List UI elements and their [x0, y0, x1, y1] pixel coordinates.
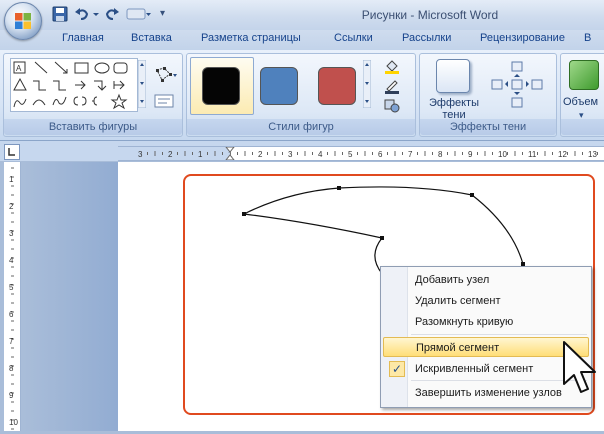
- svg-text:A: A: [16, 64, 22, 73]
- ruler-number: 4: [9, 256, 14, 265]
- menu-item-label: Разомкнуть кривую: [415, 316, 514, 328]
- menu-separator: [411, 334, 587, 335]
- ruler-area: 32112345678910111213: [0, 141, 604, 161]
- text-box-icon[interactable]: [154, 94, 174, 108]
- ruler-number: 13: [588, 150, 597, 159]
- tab-references[interactable]: Ссылки: [334, 32, 373, 48]
- ruler-number: 10: [498, 150, 507, 159]
- insert-shapes-group: A Вставить фигуры: [3, 53, 183, 137]
- shapes-gallery[interactable]: A: [10, 58, 138, 112]
- shapes-gallery-icons: A: [13, 61, 128, 110]
- 3d-effects-group-label: [561, 119, 604, 135]
- tab-insert[interactable]: Вставка: [131, 32, 172, 48]
- shadow-nudge-icons[interactable]: [488, 60, 550, 112]
- ribbon: A Вставить фигуры Стили фигур Эффекты те…: [0, 50, 604, 141]
- shadow-effects-group: Эффекты тени Эффекты тени: [419, 53, 557, 137]
- shape-fill-icon[interactable]: [383, 58, 403, 74]
- ruler-number: 3: [138, 150, 143, 159]
- ruler-number: 2: [168, 150, 173, 159]
- ribbon-tabs: Главная Вставка Разметка страницы Ссылки…: [0, 30, 604, 50]
- shape-outline-icon[interactable]: [383, 78, 403, 94]
- 3d-effects-group: Объем ▾: [560, 53, 604, 137]
- shadow-effects-button[interactable]: Эффекты тени: [426, 57, 482, 121]
- undo-icon[interactable]: [74, 6, 90, 22]
- menu-item-exit-edit-points[interactable]: Завершить изменение узлов: [383, 383, 589, 403]
- volume-button-label[interactable]: Объем: [563, 96, 598, 108]
- ruler-number: 5: [348, 150, 353, 159]
- ruler-number: 8: [9, 364, 14, 373]
- shape-style-blue[interactable]: [260, 67, 298, 105]
- shadow-effects-preview-icon: [436, 59, 470, 93]
- shape-style-red[interactable]: [318, 67, 356, 105]
- menu-item-label: Искривленный сегмент: [415, 363, 534, 375]
- ruler-number: 8: [438, 150, 443, 159]
- ruler-number: 9: [468, 150, 473, 159]
- shadow-effects-group-label: Эффекты тени: [420, 119, 556, 135]
- menu-item-label: Прямой сегмент: [416, 342, 500, 354]
- shape-styles-gallery: [190, 57, 376, 117]
- ruler-number: 11: [528, 150, 537, 159]
- menu-item-label: Добавить узел: [415, 274, 490, 286]
- shapes-scroll-icon[interactable]: [138, 60, 146, 108]
- menu-item-curved-segment[interactable]: ✓ Искривленный сегмент: [383, 359, 589, 379]
- change-shape-icon[interactable]: [383, 98, 403, 114]
- ruler-number: 7: [408, 150, 413, 159]
- tab-page-layout[interactable]: Разметка страницы: [201, 32, 301, 48]
- tab-home[interactable]: Главная: [62, 32, 104, 48]
- ruler-number: 2: [9, 202, 14, 211]
- horizontal-ruler[interactable]: 32112345678910111213: [118, 146, 604, 161]
- shape-style-black[interactable]: [202, 67, 240, 105]
- menu-item-delete-segment[interactable]: Удалить сегмент: [383, 291, 589, 311]
- tab-selector-icon[interactable]: [4, 144, 20, 160]
- save-icon[interactable]: [52, 6, 68, 22]
- title-bar: ▾ Рисунки - Microsoft Word: [0, 0, 604, 40]
- menu-item-label: Завершить изменение узлов: [415, 387, 562, 399]
- ruler-number: 3: [9, 229, 14, 238]
- tab-view[interactable]: В: [584, 32, 591, 48]
- menu-item-add-node[interactable]: Добавить узел: [383, 270, 589, 290]
- edit-shape-icon[interactable]: [154, 66, 178, 84]
- window-title: Рисунки - Microsoft Word: [361, 8, 499, 22]
- office-logo-icon: [15, 13, 31, 29]
- shape-styles-group: Стили фигур: [186, 53, 416, 137]
- shadow-effects-button-label: Эффекты тени: [428, 97, 479, 121]
- ruler-ticks: 32112345678910111213: [118, 146, 598, 161]
- ruler-number: 6: [378, 150, 383, 159]
- ruler-number: 10: [9, 418, 18, 427]
- ruler-number: 4: [318, 150, 323, 159]
- undo-dropdown-icon[interactable]: [92, 6, 100, 22]
- mouse-pointer-icon: [563, 341, 596, 393]
- vertical-ruler[interactable]: 1 2 3 4 5 6 7 8 9 10: [4, 162, 21, 431]
- redo-icon[interactable]: [104, 6, 120, 22]
- ruler-number: 5: [9, 283, 14, 292]
- ruler-number: 3: [288, 150, 293, 159]
- ruler-number: 7: [9, 337, 14, 346]
- menu-item-open-path[interactable]: Разомкнуть кривую: [383, 312, 589, 332]
- ruler-number: 9: [9, 391, 14, 400]
- check-icon: ✓: [389, 361, 405, 377]
- insert-shapes-group-label: Вставить фигуры: [4, 119, 182, 135]
- office-button[interactable]: [4, 2, 42, 40]
- ruler-number: 6: [9, 310, 14, 319]
- ruler-number: 1: [9, 175, 14, 184]
- menu-item-straight-segment[interactable]: Прямой сегмент: [383, 337, 589, 357]
- ruler-number: 1: [198, 150, 203, 159]
- ruler-number: 12: [558, 150, 567, 159]
- menu-item-label: Удалить сегмент: [415, 295, 501, 307]
- page-margin-area: [24, 162, 118, 431]
- shape-styles-group-label: Стили фигур: [187, 119, 415, 135]
- ruler-number: 2: [258, 150, 263, 159]
- vertical-ruler-ticks: 1 2 3 4 5 6 7 8 9 10: [9, 167, 18, 430]
- 3d-effects-icon[interactable]: [569, 60, 599, 90]
- tab-review[interactable]: Рецензирование: [480, 32, 565, 48]
- qat-more-icon[interactable]: ▾: [160, 8, 165, 19]
- tab-mailings[interactable]: Рассылки: [402, 32, 451, 48]
- styles-scroll-icon[interactable]: [363, 60, 371, 108]
- customize-qat-icon[interactable]: [126, 6, 152, 22]
